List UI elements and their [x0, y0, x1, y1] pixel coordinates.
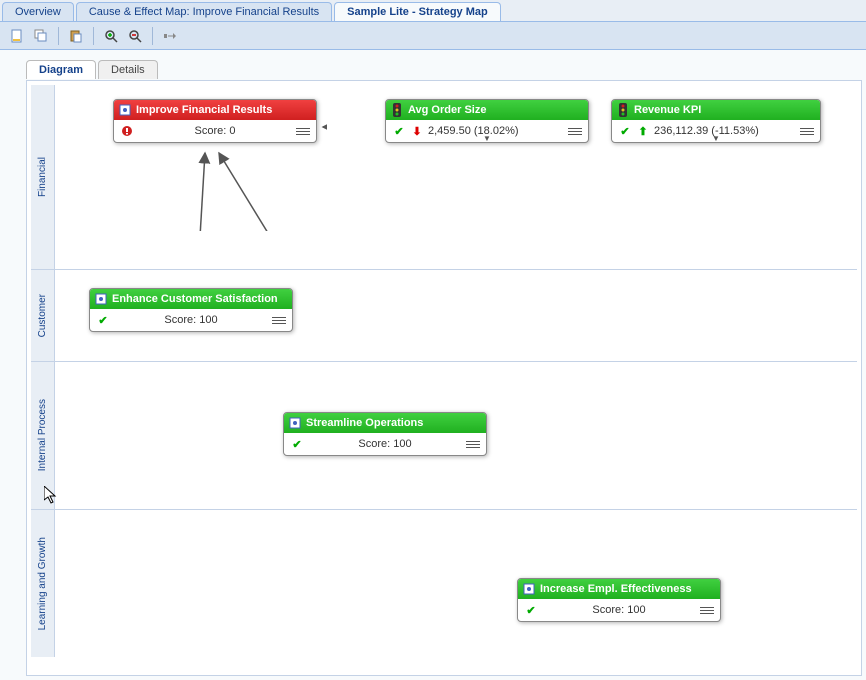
node-body: ✔ ⬆ 236,112.39 (-11.53%) ▼	[612, 120, 820, 142]
lane-label-customer: Customer	[31, 270, 55, 361]
lane-label-financial: Financial	[31, 85, 55, 269]
tab-strategy-map[interactable]: Sample Lite - Strategy Map	[334, 2, 501, 21]
node-header: Improve Financial Results	[114, 100, 316, 120]
trend-up-icon: ⬆	[636, 124, 650, 138]
node-body: ✔ Score: 100	[90, 309, 292, 331]
toolbar	[0, 22, 866, 50]
expand-chevron-icon[interactable]: ▼	[712, 134, 720, 143]
node-body: ✔ Score: 100	[284, 433, 486, 455]
swimlane-process: Internal Process Streamline Operations ✔…	[31, 361, 857, 509]
check-icon: ✔	[290, 437, 304, 451]
node-header: Avg Order Size	[386, 100, 588, 120]
canvas-area: Diagram Details Financial Improve Financ…	[0, 50, 866, 680]
check-icon: ✔	[392, 124, 406, 138]
node-body: Score: 0	[114, 120, 316, 142]
swimlane-learning: Learning and Growth Increase Empl. Effec…	[31, 509, 857, 657]
lane-label-text: Customer	[37, 294, 48, 337]
new-document-button[interactable]	[6, 25, 28, 47]
expand-chevron-icon[interactable]: ▼	[483, 134, 491, 143]
check-icon: ✔	[96, 313, 110, 327]
cursor-icon	[44, 486, 60, 509]
tab-cause-effect[interactable]: Cause & Effect Map: Improve Financial Re…	[76, 2, 332, 21]
tab-overview[interactable]: Overview	[2, 2, 74, 21]
node-header: Increase Empl. Effectiveness	[518, 579, 720, 599]
node-title: Avg Order Size	[408, 104, 486, 116]
objective-icon	[522, 582, 536, 596]
node-header: Enhance Customer Satisfaction	[90, 289, 292, 309]
lane-body-financial: Improve Financial Results Score: 0	[55, 85, 857, 269]
paste-button[interactable]	[65, 25, 87, 47]
swimlane-financial: Financial Improve Financial Results Scor…	[31, 85, 857, 269]
node-menu-icon[interactable]	[700, 604, 714, 616]
lane-body-process: Streamline Operations ✔ Score: 100	[55, 362, 857, 509]
node-title: Revenue KPI	[634, 104, 701, 116]
lane-label-text: Internal Process	[37, 399, 48, 471]
node-menu-icon[interactable]	[466, 438, 480, 450]
swimlanes: Financial Improve Financial Results Scor…	[31, 85, 857, 671]
node-score: Score: 100	[542, 604, 696, 616]
lane-label-text: Learning and Growth	[37, 537, 48, 630]
lane-label-text: Financial	[37, 157, 48, 197]
node-menu-icon[interactable]	[800, 125, 814, 137]
sub-tab-details[interactable]: Details	[98, 60, 158, 79]
main-tab-bar: Overview Cause & Effect Map: Improve Fin…	[0, 0, 866, 22]
node-menu-icon[interactable]	[272, 314, 286, 326]
lane-label-learning: Learning and Growth	[31, 510, 55, 657]
objective-icon	[118, 103, 132, 117]
node-title: Improve Financial Results	[136, 104, 272, 116]
diagram-area[interactable]: Financial Improve Financial Results Scor…	[26, 80, 862, 676]
node-score: Score: 100	[308, 438, 462, 450]
lane-body-customer: Enhance Customer Satisfaction ✔ Score: 1…	[55, 270, 857, 361]
toolbar-separator	[152, 27, 153, 45]
node-title: Increase Empl. Effectiveness	[540, 583, 692, 595]
node-revenue[interactable]: Revenue KPI ✔ ⬆ 236,112.39 (-11.53%) ▼	[611, 99, 821, 143]
objective-icon	[94, 292, 108, 306]
objective-icon	[288, 416, 302, 430]
node-body: ✔ Score: 100	[518, 599, 720, 621]
node-avg-order[interactable]: Avg Order Size ✔ ⬇ 2,459.50 (18.02%) ▼	[385, 99, 589, 143]
traffic-light-icon	[390, 103, 404, 117]
node-header: Streamline Operations	[284, 413, 486, 433]
node-value: 236,112.39 (-11.53%)	[654, 125, 796, 137]
zoom-out-button[interactable]	[124, 25, 146, 47]
node-title: Streamline Operations	[306, 417, 423, 429]
node-streamline[interactable]: Streamline Operations ✔ Score: 100	[283, 412, 487, 456]
copy-button[interactable]	[30, 25, 52, 47]
lane-body-learning: Increase Empl. Effectiveness ✔ Score: 10…	[55, 510, 857, 657]
node-score: Score: 0	[138, 125, 292, 137]
node-improve-financial[interactable]: Improve Financial Results Score: 0	[113, 99, 317, 143]
sub-tab-bar: Diagram Details	[26, 60, 160, 79]
node-body: ✔ ⬇ 2,459.50 (18.02%) ▼	[386, 120, 588, 142]
node-value: 2,459.50 (18.02%)	[428, 125, 564, 137]
node-menu-icon[interactable]	[296, 125, 310, 137]
node-enhance-satisfaction[interactable]: Enhance Customer Satisfaction ✔ Score: 1…	[89, 288, 293, 332]
swimlane-customer: Customer Enhance Customer Satisfaction ✔…	[31, 269, 857, 361]
zoom-in-button[interactable]	[100, 25, 122, 47]
node-header: Revenue KPI	[612, 100, 820, 120]
sub-tab-diagram[interactable]: Diagram	[26, 60, 96, 79]
trend-down-icon: ⬇	[410, 124, 424, 138]
toolbar-separator	[58, 27, 59, 45]
node-score: Score: 100	[114, 314, 268, 326]
check-icon: ✔	[524, 603, 538, 617]
node-menu-icon[interactable]	[568, 125, 582, 137]
expand-button[interactable]	[159, 25, 181, 47]
node-increase-effectiveness[interactable]: Increase Empl. Effectiveness ✔ Score: 10…	[517, 578, 721, 622]
check-icon: ✔	[618, 124, 632, 138]
alert-icon	[120, 124, 134, 138]
toolbar-separator	[93, 27, 94, 45]
traffic-light-icon	[616, 103, 630, 117]
node-title: Enhance Customer Satisfaction	[112, 293, 278, 305]
